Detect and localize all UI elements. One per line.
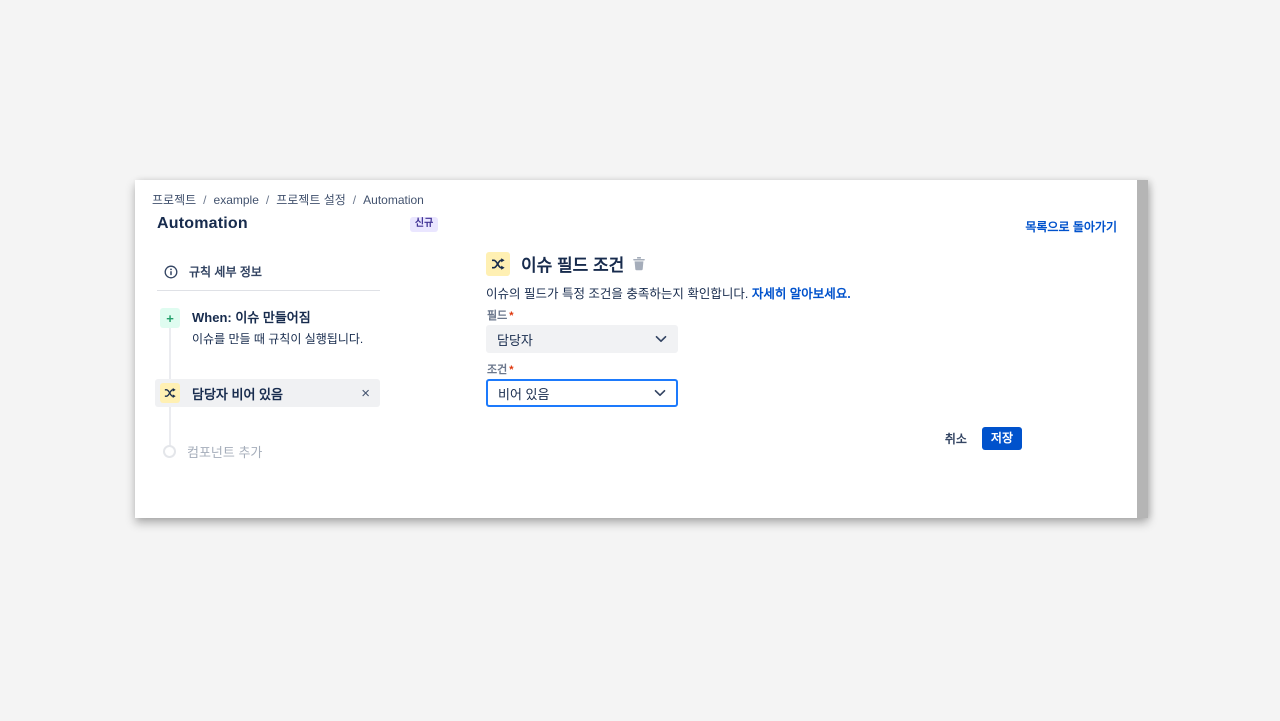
learn-more-link[interactable]: 자세히 알아보세요. (752, 287, 851, 301)
field-label: 필드 * (487, 307, 514, 323)
condition-label-text: 조건 (487, 364, 508, 376)
trigger-title: When: 이슈 만들어짐 (192, 310, 311, 325)
condition-item-label: 담당자 비어 있음 (192, 386, 283, 402)
page-header: Automation 신규 (157, 215, 439, 233)
breadcrumb-project-settings[interactable]: 프로젝트 설정 (276, 191, 346, 208)
add-component-button[interactable]: 컴포넌트 추가 (163, 442, 262, 461)
back-to-list-link[interactable]: 목록으로 돌아가기 (1025, 218, 1117, 235)
page-background: 프로젝트 / example / 프로젝트 설정 / Automation Au… (0, 0, 1280, 721)
add-component-circle-icon (163, 445, 176, 458)
condition-label: 조건 * (487, 361, 514, 377)
condition-description: 이슈의 필드가 특정 조건을 충족하는지 확인합니다. 자세히 알아보세요. (486, 283, 851, 302)
sidebar-item-rule-details[interactable]: 규칙 세부 정보 (164, 263, 262, 280)
description-text: 이슈의 필드가 특정 조건을 충족하는지 확인합니다. (486, 287, 749, 301)
delete-component-button[interactable] (632, 256, 646, 271)
condition-select-value: 비어 있음 (498, 386, 550, 402)
shuffle-icon (486, 251, 510, 276)
condition-editor-title: 이슈 필드 조건 (521, 256, 625, 275)
automation-panel: 프로젝트 / example / 프로젝트 설정 / Automation Au… (135, 180, 1148, 518)
field-label-text: 필드 (487, 310, 508, 322)
sidebar-item-label: 규칙 세부 정보 (189, 265, 262, 279)
sidebar-item-condition-selected[interactable]: 담당자 비어 있음 × (155, 379, 380, 407)
add-trigger-icon: + (160, 308, 180, 328)
form-actions: 취소 저장 (945, 427, 1022, 450)
chevron-down-icon (654, 389, 666, 397)
info-icon (164, 265, 178, 279)
cancel-button[interactable]: 취소 (945, 430, 967, 447)
required-asterisk: * (509, 364, 514, 376)
condition-editor-header: 이슈 필드 조건 (486, 251, 646, 276)
page-title: Automation (157, 215, 248, 232)
breadcrumb-separator: / (265, 192, 270, 207)
new-badge: 신규 (409, 216, 439, 232)
condition-select[interactable]: 비어 있음 (486, 379, 678, 407)
breadcrumb-separator: / (352, 192, 357, 207)
sidebar-item-trigger-when[interactable]: + When: 이슈 만들어짐 이슈를 만들 때 규칙이 실행됩니다. (160, 308, 363, 347)
close-icon[interactable]: × (361, 386, 370, 401)
trigger-description: 이슈를 만들 때 규칙이 실행됩니다. (192, 332, 364, 346)
save-button[interactable]: 저장 (981, 427, 1022, 450)
breadcrumb: 프로젝트 / example / 프로젝트 설정 / Automation (152, 191, 424, 208)
field-select[interactable]: 담당자 (486, 325, 678, 353)
breadcrumb-project-example[interactable]: example (214, 193, 259, 207)
field-select-value: 담당자 (497, 332, 533, 348)
breadcrumb-separator: / (203, 192, 207, 207)
sidebar-divider (157, 290, 380, 291)
vertical-scrollbar[interactable] (1137, 180, 1148, 518)
breadcrumb-projects[interactable]: 프로젝트 (152, 191, 196, 208)
shuffle-icon (160, 383, 180, 403)
required-asterisk: * (509, 310, 514, 322)
chevron-down-icon (655, 335, 667, 343)
breadcrumb-automation[interactable]: Automation (363, 193, 424, 207)
add-component-label: 컴포넌트 추가 (187, 445, 263, 460)
